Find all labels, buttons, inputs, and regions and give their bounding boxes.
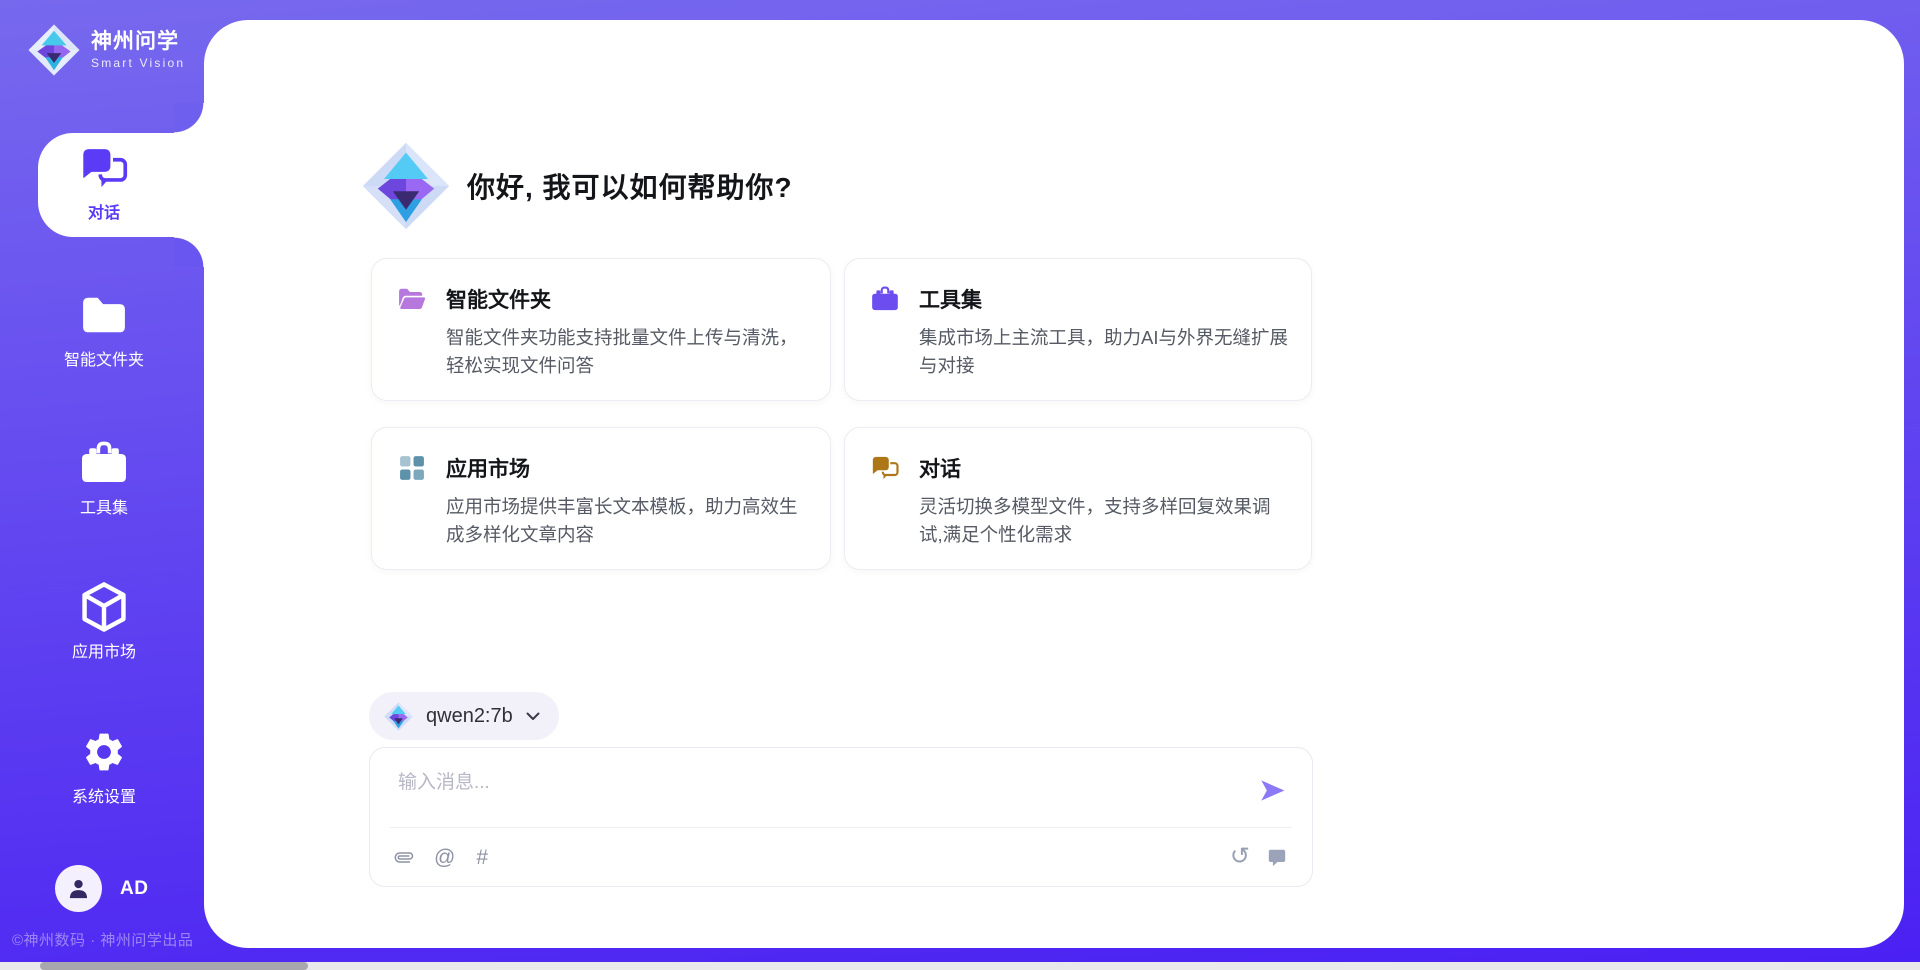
- user-initials: AD: [120, 878, 148, 900]
- card-title: 工具集: [919, 284, 982, 314]
- attach-file-button[interactable]: [395, 848, 413, 867]
- hash-icon: #: [476, 847, 488, 868]
- composer-toolbar: @ # ↺: [395, 841, 1287, 873]
- card-description: 灵活切换多模型文件，支持多样回复效果调试,满足个性化需求: [919, 493, 1291, 549]
- sidebar-item-app-market[interactable]: 应用市场: [0, 583, 208, 662]
- history-button[interactable]: ↺: [1230, 845, 1250, 869]
- card-title: 智能文件夹: [446, 284, 551, 314]
- sidebar-item-toolset[interactable]: 工具集: [0, 439, 208, 518]
- chat-bubbles-icon: [871, 455, 899, 481]
- send-icon: [1258, 777, 1287, 804]
- send-button[interactable]: [1258, 777, 1287, 804]
- folder-icon: [0, 291, 208, 339]
- chevron-down-icon: [526, 712, 540, 721]
- avatar: [55, 865, 102, 912]
- card-toolset[interactable]: 工具集 集成市场上主流工具，助力AI与外界无缝扩展与对接: [844, 258, 1312, 401]
- message-input[interactable]: [398, 767, 1208, 819]
- quick-phrase-button[interactable]: [1267, 847, 1287, 867]
- sidebar-item-settings[interactable]: 系统设置: [0, 728, 208, 807]
- assistant-gem-icon: [362, 141, 450, 231]
- sidebar-item-label: 系统设置: [0, 783, 208, 807]
- user-chip[interactable]: AD: [55, 865, 148, 912]
- card-title: 对话: [919, 453, 961, 483]
- card-header: 对话: [871, 453, 1291, 483]
- copyright-text: ©神州数码 · 神州问学出品: [12, 929, 193, 950]
- composer-toolbar-right: ↺: [1230, 845, 1287, 869]
- model-name: qwen2:7b: [426, 705, 513, 728]
- sidebar-item-smart-folder[interactable]: 智能文件夹: [0, 291, 208, 370]
- card-title: 应用市场: [446, 453, 530, 483]
- card-smart-folder[interactable]: 智能文件夹 智能文件夹功能支持批量文件上传与清洗，轻松实现文件问答: [371, 258, 831, 401]
- brand-title: 神州问学: [91, 30, 185, 53]
- sidebar-item-label: 智能文件夹: [0, 346, 208, 370]
- person-icon: [65, 875, 92, 902]
- horizontal-scrollbar-thumb[interactable]: [40, 962, 308, 970]
- folder-open-icon: [398, 286, 426, 312]
- briefcase-icon: [0, 439, 208, 487]
- sidebar-item-label: 工具集: [0, 494, 208, 518]
- composer-divider: [390, 827, 1292, 828]
- mention-button[interactable]: @: [434, 847, 455, 868]
- greeting-title: 你好, 我可以如何帮助你?: [467, 166, 793, 206]
- sidebar-item-label: 应用市场: [0, 638, 208, 662]
- card-app-market[interactable]: 应用市场 应用市场提供丰富长文本模板，助力高效生成多样化文章内容: [371, 427, 831, 570]
- model-selector[interactable]: qwen2:7b: [369, 692, 559, 740]
- card-header: 应用市场: [398, 453, 810, 483]
- at-icon: @: [434, 847, 455, 868]
- brand-gem-icon: [28, 22, 80, 78]
- brand-text: 神州问学 Smart Vision: [91, 30, 185, 70]
- apps-grid-icon: [398, 455, 426, 481]
- message-composer: @ # ↺: [369, 747, 1313, 887]
- history-icon: ↺: [1230, 845, 1250, 869]
- sidebar: 神州问学 Smart Vision 对话 智能文件夹: [0, 0, 208, 970]
- shortcut-cards: 智能文件夹 智能文件夹功能支持批量文件上传与清洗，轻松实现文件问答 工具集 集成…: [371, 258, 1312, 570]
- cube-icon: [0, 583, 208, 631]
- briefcase-icon: [871, 286, 899, 312]
- chat-square-icon: [1267, 847, 1287, 867]
- brand-logo: 神州问学 Smart Vision: [28, 22, 185, 78]
- card-description: 智能文件夹功能支持批量文件上传与清洗，轻松实现文件问答: [446, 324, 810, 380]
- horizontal-scrollbar-track[interactable]: [0, 962, 1920, 970]
- card-description: 应用市场提供丰富长文本模板，助力高效生成多样化文章内容: [446, 493, 810, 549]
- sidebar-item-label: 对话: [0, 199, 208, 223]
- hashtag-button[interactable]: #: [476, 847, 488, 868]
- card-chat[interactable]: 对话 灵活切换多模型文件，支持多样回复效果调试,满足个性化需求: [844, 427, 1312, 570]
- card-description: 集成市场上主流工具，助力AI与外界无缝扩展与对接: [919, 324, 1291, 380]
- app-window: 神州问学 Smart Vision 对话 智能文件夹: [0, 0, 1920, 970]
- model-gem-icon: [384, 701, 413, 732]
- card-header: 智能文件夹: [398, 284, 810, 314]
- chat-bubbles-icon: [0, 144, 208, 192]
- brand-subtitle: Smart Vision: [91, 56, 185, 70]
- greeting-block: 你好, 我可以如何帮助你?: [362, 141, 793, 231]
- sidebar-item-chat[interactable]: 对话: [0, 144, 208, 223]
- gear-icon: [0, 728, 208, 776]
- card-header: 工具集: [871, 284, 1291, 314]
- paperclip-icon: [391, 844, 417, 870]
